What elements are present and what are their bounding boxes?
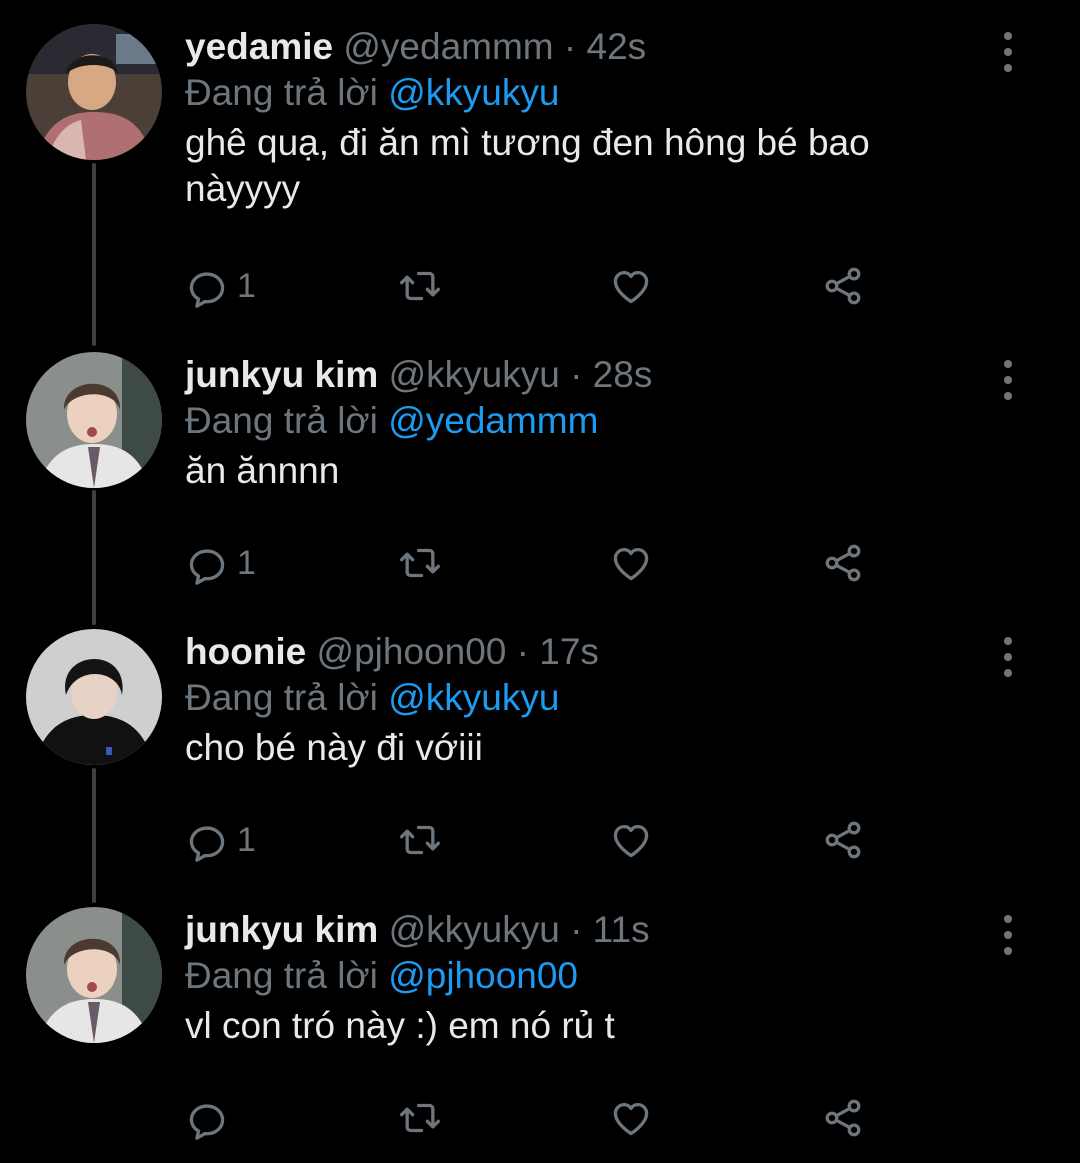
action-bar: 1 — [185, 538, 885, 588]
timestamp[interactable]: · 11s — [570, 909, 650, 950]
timestamp[interactable]: · 42s — [564, 26, 646, 67]
retweet-button[interactable] — [398, 538, 442, 588]
mention-link[interactable]: @kkyukyu — [388, 72, 559, 113]
retweet-button[interactable] — [398, 815, 442, 865]
tweet-header: yedamie @yedammm · 42s — [185, 24, 646, 70]
more-icon[interactable] — [996, 915, 1020, 955]
reply-icon — [189, 272, 225, 308]
tweet-text: cho bé này đi vớiii — [185, 727, 483, 768]
reply-button[interactable]: 1 — [185, 815, 256, 865]
reply-count: 1 — [237, 266, 256, 305]
tweet[interactable]: junkyu kim @kkyukyu · 28s Đang trả lời @… — [0, 352, 1080, 612]
like-icon — [613, 824, 649, 858]
username[interactable]: @pjhoon00 — [317, 631, 507, 672]
action-bar: 1 — [185, 815, 885, 865]
replying-to-label: Đang trả lời — [185, 72, 378, 113]
replying-to: Đang trả lời @pjhoon00 — [185, 953, 578, 999]
avatar-image — [26, 629, 162, 765]
share-button[interactable] — [821, 815, 865, 865]
tweet-header: junkyu kim @kkyukyu · 11s — [185, 907, 650, 953]
avatar[interactable] — [26, 24, 162, 160]
more-icon[interactable] — [996, 360, 1020, 400]
username[interactable]: @kkyukyu — [389, 909, 560, 950]
share-button[interactable] — [821, 1093, 865, 1143]
replying-to-label: Đang trả lời — [185, 677, 378, 718]
share-icon — [825, 267, 861, 305]
tweet[interactable]: junkyu kim @kkyukyu · 11s Đang trả lời @… — [0, 907, 1080, 1147]
like-button[interactable] — [609, 1093, 653, 1143]
reply-button[interactable]: 1 — [185, 261, 256, 311]
reply-icon — [189, 826, 225, 862]
reply-button[interactable]: 1 — [185, 538, 256, 588]
avatar-image — [26, 352, 162, 488]
timestamp[interactable]: · 28s — [570, 354, 652, 395]
tweet-text: ghê quạ, đi ăn mì tương đen hông bé bao … — [185, 122, 870, 209]
display-name[interactable]: junkyu kim — [185, 354, 378, 395]
display-name[interactable]: hoonie — [185, 631, 306, 672]
mention-link[interactable]: @pjhoon00 — [388, 955, 578, 996]
replying-to: Đang trả lời @kkyukyu — [185, 70, 559, 116]
like-icon — [613, 547, 649, 581]
avatar-image — [26, 24, 162, 160]
reply-count: 1 — [237, 543, 256, 582]
replying-to-label: Đang trả lời — [185, 400, 378, 441]
retweet-icon — [400, 271, 440, 301]
retweet-icon — [400, 825, 440, 855]
tweet-text: ăn ănnnn — [185, 450, 340, 491]
reply-icon — [189, 549, 225, 585]
replying-to: Đang trả lời @yedammm — [185, 398, 598, 444]
like-button[interactable] — [609, 538, 653, 588]
share-icon — [825, 1099, 861, 1137]
more-icon[interactable] — [996, 32, 1020, 72]
share-icon — [825, 821, 861, 859]
reply-icon — [189, 1104, 225, 1140]
tweet-header: hoonie @pjhoon00 · 17s — [185, 629, 599, 675]
avatar[interactable] — [26, 352, 162, 488]
avatar-image — [26, 907, 162, 1043]
timestamp[interactable]: · 17s — [517, 631, 599, 672]
like-icon — [613, 1102, 649, 1136]
tweet-header: junkyu kim @kkyukyu · 28s — [185, 352, 652, 398]
tweet[interactable]: hoonie @pjhoon00 · 17s Đang trả lời @kky… — [0, 629, 1080, 889]
more-icon[interactable] — [996, 637, 1020, 677]
retweet-button[interactable] — [398, 261, 442, 311]
retweet-icon — [400, 1103, 440, 1133]
share-button[interactable] — [821, 261, 865, 311]
mention-link[interactable]: @yedammm — [388, 400, 598, 441]
mention-link[interactable]: @kkyukyu — [388, 677, 559, 718]
retweet-button[interactable] — [398, 1093, 442, 1143]
username[interactable]: @yedammm — [343, 26, 553, 67]
username[interactable]: @kkyukyu — [389, 354, 560, 395]
tweet-text: vl con tró này :) em nó rủ t — [185, 1005, 615, 1046]
like-button[interactable] — [609, 261, 653, 311]
display-name[interactable]: yedamie — [185, 26, 333, 67]
display-name[interactable]: junkyu kim — [185, 909, 378, 950]
action-bar — [185, 1093, 885, 1143]
action-bar: 1 — [185, 261, 885, 311]
avatar[interactable] — [26, 907, 162, 1043]
share-icon — [825, 544, 861, 582]
share-button[interactable] — [821, 538, 865, 588]
like-button[interactable] — [609, 815, 653, 865]
reply-button[interactable] — [185, 1093, 237, 1143]
retweet-icon — [400, 548, 440, 578]
replying-to-label: Đang trả lời — [185, 955, 378, 996]
tweet[interactable]: yedamie @yedammm · 42s Đang trả lời @kky… — [0, 24, 1080, 324]
like-icon — [613, 270, 649, 304]
replying-to: Đang trả lời @kkyukyu — [185, 675, 559, 721]
reply-count: 1 — [237, 820, 256, 859]
avatar[interactable] — [26, 629, 162, 765]
tweet-thread: yedamie @yedammm · 42s Đang trả lời @kky… — [0, 0, 1080, 1163]
